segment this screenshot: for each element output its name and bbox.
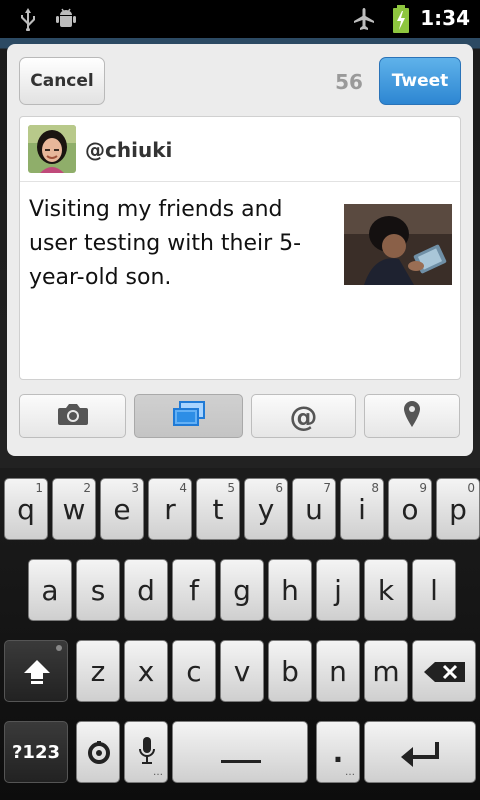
tweet-button[interactable]: Tweet bbox=[379, 57, 461, 105]
key-e[interactable]: 3e bbox=[100, 478, 144, 540]
key-n[interactable]: n bbox=[316, 640, 360, 702]
key-z[interactable]: z bbox=[76, 640, 120, 702]
more-indicator: … bbox=[345, 767, 355, 778]
enter-key[interactable] bbox=[364, 721, 476, 783]
cancel-button[interactable]: Cancel bbox=[19, 57, 105, 105]
key-d[interactable]: d bbox=[124, 559, 168, 621]
camera-button[interactable] bbox=[19, 394, 126, 438]
backspace-key[interactable] bbox=[412, 640, 476, 702]
airplane-mode-icon bbox=[352, 7, 376, 35]
android-debug-icon bbox=[54, 7, 78, 35]
key-j[interactable]: j bbox=[316, 559, 360, 621]
more-indicator: … bbox=[153, 767, 163, 778]
key-w[interactable]: 2w bbox=[52, 478, 96, 540]
location-button[interactable] bbox=[364, 394, 460, 438]
mention-button[interactable]: @ bbox=[251, 394, 356, 438]
compose-dialog: Cancel 56 Tweet @chiuki Visiting my frie… bbox=[7, 44, 473, 456]
voice-input-key[interactable]: … bbox=[124, 721, 168, 783]
key-l[interactable]: l bbox=[412, 559, 456, 621]
key-u[interactable]: 7u bbox=[292, 478, 336, 540]
tweet-text-input[interactable]: Visiting my friends and user testing wit… bbox=[29, 193, 329, 295]
key-x[interactable]: x bbox=[124, 640, 168, 702]
shift-key[interactable] bbox=[4, 640, 68, 702]
location-pin-icon bbox=[402, 400, 422, 432]
period-key[interactable]: . … bbox=[316, 721, 360, 783]
key-b[interactable]: b bbox=[268, 640, 312, 702]
gallery-icon bbox=[172, 401, 206, 431]
char-counter: 56 bbox=[335, 70, 363, 94]
space-icon bbox=[221, 760, 261, 763]
key-o[interactable]: 9o bbox=[388, 478, 432, 540]
caps-indicator bbox=[56, 645, 62, 651]
backspace-icon bbox=[423, 661, 467, 687]
key-v[interactable]: v bbox=[220, 640, 264, 702]
settings-key[interactable] bbox=[76, 721, 120, 783]
key-f[interactable]: f bbox=[172, 559, 216, 621]
key-q[interactable]: 1q bbox=[4, 478, 48, 540]
compose-box[interactable]: @chiuki Visiting my friends and user tes… bbox=[19, 116, 461, 380]
soft-keyboard: 1q 2w 3e 4r 5t 6y 7u 8i 9o 0p a s d f g … bbox=[0, 468, 480, 800]
shift-icon bbox=[23, 659, 51, 689]
settings-icon bbox=[86, 740, 112, 770]
key-h[interactable]: h bbox=[268, 559, 312, 621]
space-key[interactable] bbox=[172, 721, 308, 783]
key-k[interactable]: k bbox=[364, 559, 408, 621]
key-m[interactable]: m bbox=[364, 640, 408, 702]
key-i[interactable]: 8i bbox=[340, 478, 384, 540]
battery-charging-icon bbox=[392, 5, 410, 37]
key-t[interactable]: 5t bbox=[196, 478, 240, 540]
avatar bbox=[28, 125, 76, 173]
key-y[interactable]: 6y bbox=[244, 478, 288, 540]
key-g[interactable]: g bbox=[220, 559, 264, 621]
gallery-button[interactable] bbox=[134, 394, 243, 438]
at-mention-icon: @ bbox=[289, 399, 318, 433]
divider bbox=[20, 181, 460, 182]
usb-icon bbox=[18, 7, 38, 35]
key-p[interactable]: 0p bbox=[436, 478, 480, 540]
attached-photo[interactable] bbox=[344, 204, 452, 285]
key-a[interactable]: a bbox=[28, 559, 72, 621]
symbols-key[interactable]: ?123 bbox=[4, 721, 68, 783]
camera-icon bbox=[57, 402, 89, 430]
key-c[interactable]: c bbox=[172, 640, 216, 702]
key-r[interactable]: 4r bbox=[148, 478, 192, 540]
username: @chiuki bbox=[85, 138, 173, 162]
status-bar: 1:34 bbox=[0, 0, 480, 38]
key-s[interactable]: s bbox=[76, 559, 120, 621]
enter-icon bbox=[399, 740, 443, 772]
clock: 1:34 bbox=[420, 6, 470, 30]
